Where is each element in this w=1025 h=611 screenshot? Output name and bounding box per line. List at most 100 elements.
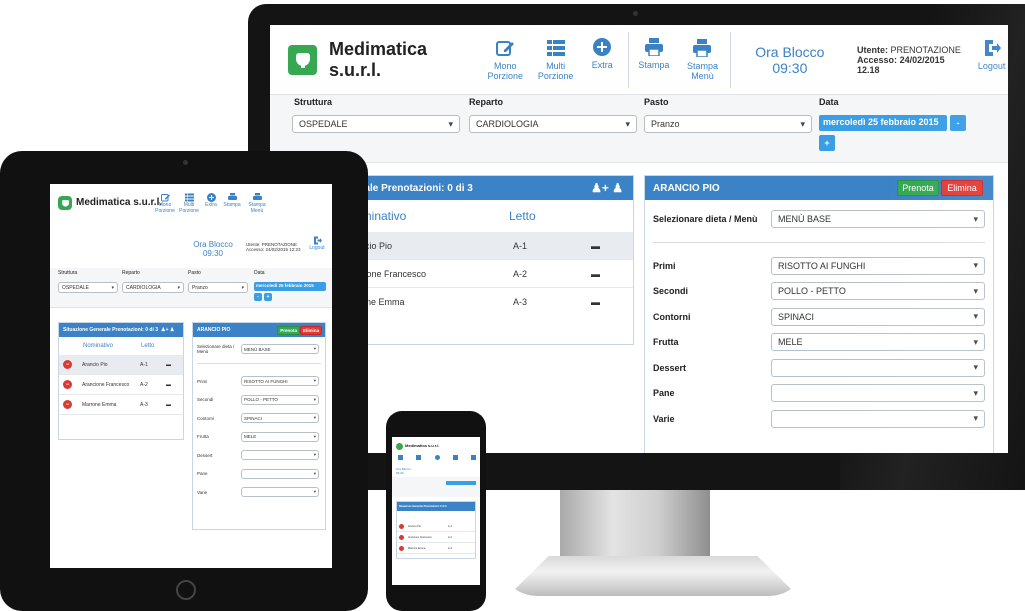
stampa-menu-button[interactable]: Stampa Menù [681,38,724,81]
reparto-select[interactable]: CARDIOLOGIA ▾ [469,115,637,133]
dieta-select[interactable]: MENÙ BASE ▾ [241,344,319,354]
course-select[interactable]: ▾ [241,450,319,461]
table-row[interactable]: ncione Francesco A-2 ▬ [349,260,633,288]
course-select[interactable]: ▾ [241,468,319,479]
struttura-value: OSPEDALE [62,284,89,291]
data-label: Data [254,270,265,276]
extra-button[interactable]: Extra [583,37,622,70]
dieta-select[interactable]: MENÙ BASE ▾ [771,210,985,228]
course-value: MELE [778,337,803,348]
patient-title: ARANCIO PIO [653,182,720,194]
remove-icon[interactable] [399,523,404,529]
course-select[interactable]: MELE ▾ [771,333,985,352]
multi-porzione-button[interactable]: Multi Porzione [178,193,200,214]
pasto-select[interactable]: Pranzo ▾ [644,115,812,133]
stampa-button[interactable]: Stampa [635,37,674,70]
table-row[interactable]: Arancione Francesco A-2 [397,532,475,543]
table-row[interactable]: − Arancione Francesco A-2 ▬ [59,375,183,395]
remove-icon[interactable]: − [63,380,72,389]
date-prev-button[interactable]: - [254,293,262,301]
course-select[interactable]: RISOTTO AI FUNGHI ▾ [771,256,985,275]
table-row[interactable]: − Arancio Pio A-1 ▬ [59,355,183,375]
course-select[interactable]: ▾ [241,487,319,498]
table-row[interactable]: Marrone Emma A-3 [397,543,475,554]
date-prev-button[interactable]: - [950,115,966,131]
course-select[interactable]: POLLO - PETTO ▾ [771,282,985,301]
remove-icon[interactable]: − [63,400,72,409]
pasto-value: Pranzo [651,119,680,129]
patient-name: Arancione Francesco [82,381,130,388]
chevron-down-icon: ▾ [313,489,316,495]
table-row[interactable]: Arancio Pio A-1 [397,521,475,532]
course-select[interactable]: MELE ▾ [241,431,319,442]
edit-icon [160,194,170,202]
stampa-button[interactable]: Stampa [222,193,242,208]
table-row[interactable]: ancio Pio A-1 ▬ [349,232,633,260]
date-next-button[interactable]: + [264,293,272,301]
dieta-label: Selezionare dieta / Menù [653,214,758,224]
reparto-label: Reparto [469,97,504,107]
multi-label-1: Multi [546,60,566,71]
elimina-button[interactable]: Elimina [299,325,322,335]
remove-icon[interactable] [399,545,404,551]
list-icon [546,39,565,56]
list-icon[interactable] [416,455,422,460]
course-label: Varie [653,413,675,424]
brand-name: Medimatica s.u.r.l. [76,197,163,208]
table-row[interactable]: rrone Emma A-3 ▬ [349,288,633,316]
remove-icon[interactable] [399,534,404,540]
dieta-value: MENÙ BASE [778,214,832,224]
course-row: Frutta MELE ▾ [645,330,993,356]
course-row: Contorni SPINACI ▾ [193,409,325,428]
data-label: Data [819,97,839,107]
utente-label: Utente: [857,44,889,55]
course-label: Secondi [653,286,689,297]
chevron-down-icon: ▾ [241,284,244,291]
course-select[interactable]: SPINACI ▾ [771,307,985,326]
chevron-down-icon: ▾ [973,387,978,398]
dieta-divider [653,242,985,243]
extra-button[interactable]: Extra [202,193,220,208]
struttura-select[interactable]: OSPEDALE ▾ [58,282,118,293]
course-select[interactable]: ▾ [771,384,985,403]
patient-name: Arancio Pio [82,361,108,368]
multi-porzione-button[interactable]: Multi Porzione [532,39,578,81]
print-icon[interactable] [452,455,458,460]
patient-panel: ARANCIO PIO Prenota Elimina Selezionare … [192,322,326,530]
edit-icon[interactable] [398,455,403,460]
course-select[interactable]: ▾ [771,358,985,377]
prenota-button[interactable]: Prenota [277,325,300,335]
edit-icon [496,40,515,56]
prenota-button[interactable]: Prenota [897,180,939,196]
mono-porzione-button[interactable]: Mono Porzione [154,193,176,214]
logout-label: Logout [309,245,325,251]
pasto-select[interactable]: Pranzo ▾ [188,282,248,293]
patient-name: Marrone Emma [408,546,426,550]
course-select[interactable]: RISOTTO AI FUNGHI ▾ [241,376,319,387]
add-user-icon[interactable]: ♟+ ♟ [161,327,174,333]
bed-value: A-3 [448,546,452,550]
remove-icon[interactable]: − [63,360,72,369]
logout-button[interactable]: Logout [975,39,1008,71]
print-menu-icon[interactable] [471,455,476,460]
bed-icon: ▬ [591,297,600,307]
table-row[interactable]: − Marrone Emma A-3 ▬ [59,395,183,415]
monitor-screen: Medimatica s.u.r.l. Mono Porzione Multi … [270,25,1008,453]
logout-button[interactable]: Logout [308,236,326,251]
patient-header: ARANCIO PIO Prenota Elimina [645,176,993,200]
course-select[interactable]: POLLO - PETTO ▾ [241,394,319,405]
date-next-button[interactable]: + [819,135,835,151]
plus-circle-icon[interactable] [434,455,440,460]
stampa-menu-button[interactable]: Stampa Menù [246,193,268,214]
course-value: MELE [244,434,257,440]
elimina-button[interactable]: Elimina [941,180,983,196]
mono-porzione-button[interactable]: Mono Porzione [482,39,528,81]
struttura-select[interactable]: OSPEDALE ▾ [292,115,460,133]
course-select[interactable]: SPINACI ▾ [241,413,319,424]
patient-name: Arancio Pio [408,524,421,528]
reparto-select[interactable]: CARDIOLOGIA ▾ [122,282,184,293]
patient-panel: ARANCIO PIO Prenota Elimina Selezionare … [644,175,994,453]
add-user-icon[interactable]: ♟+ ♟ [591,181,623,195]
course-row: Primi RISOTTO AI FUNGHI ▾ [645,253,993,279]
course-select[interactable]: ▾ [771,409,985,428]
